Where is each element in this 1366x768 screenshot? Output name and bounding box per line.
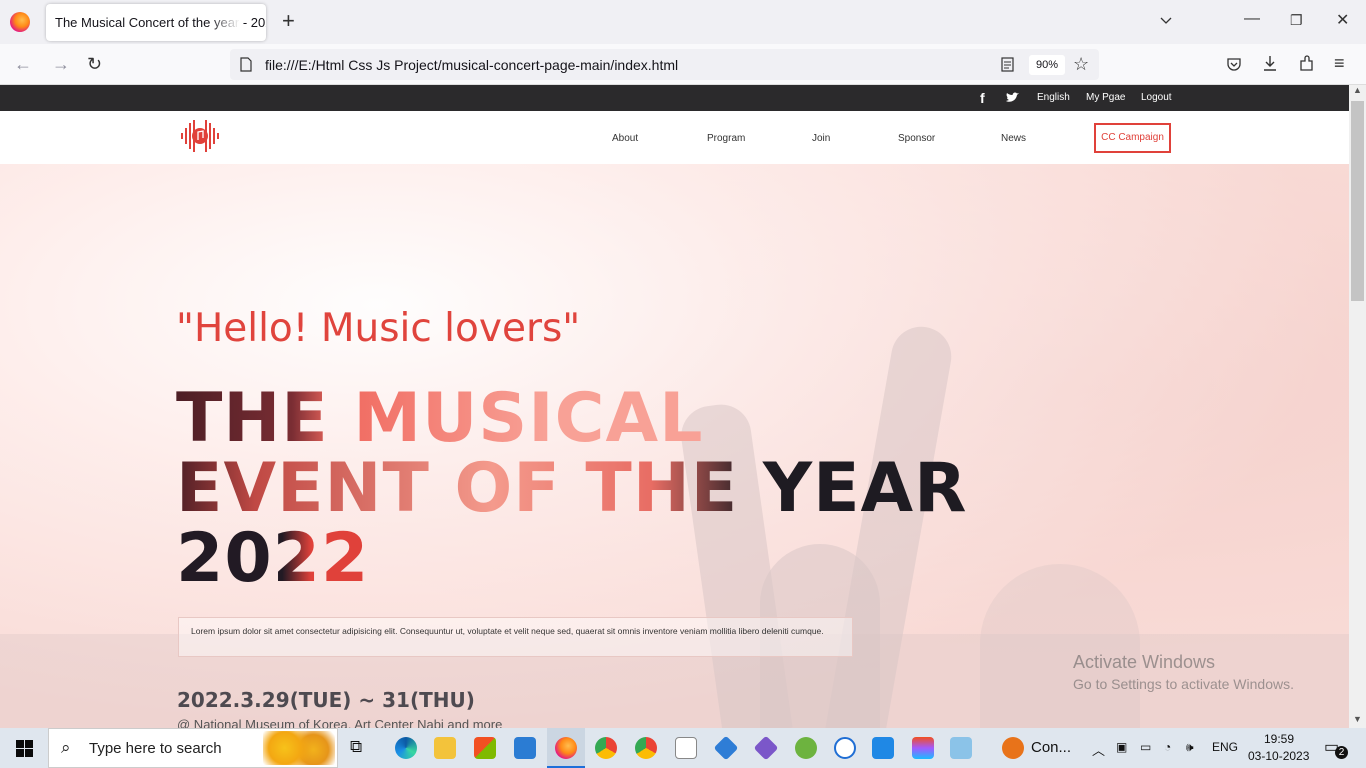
facebook-icon[interactable]: f <box>980 90 985 106</box>
hero-description: Lorem ipsum dolor sit amet consectetur a… <box>178 617 853 657</box>
notification-count: 2 <box>1335 746 1348 759</box>
firefox-icon[interactable] <box>10 12 30 32</box>
figma-icon[interactable] <box>912 737 934 759</box>
running-app-icon[interactable] <box>1002 737 1024 759</box>
event-date: 2022.3.29(TUE) ~ 31(THU) <box>177 688 475 712</box>
menu-news[interactable]: News <box>1001 133 1026 144</box>
menu-join[interactable]: Join <box>812 133 830 144</box>
logout-link[interactable]: Logout <box>1141 92 1172 103</box>
volume-icon[interactable]: 🕪 <box>1186 740 1194 755</box>
minimize-icon[interactable]: — <box>1244 10 1260 28</box>
menu-about[interactable]: About <box>612 133 638 144</box>
menu-program[interactable]: Program <box>707 133 745 144</box>
clock-date[interactable]: 03-10-2023 <box>1248 749 1309 763</box>
search-placeholder: Type here to search <box>89 740 222 757</box>
watermark-line2: Go to Settings to activate Windows. <box>1073 676 1294 692</box>
watermark-line1: Activate Windows <box>1073 652 1216 672</box>
activate-windows-watermark: Activate Windows Go to Settings to activ… <box>1073 652 1294 692</box>
firefox-taskbar-active[interactable] <box>547 728 585 768</box>
store-icon[interactable] <box>474 737 496 759</box>
event-venue: @ National Museum of Korea, Art Center N… <box>177 717 503 728</box>
cc-campaign-button[interactable]: CC Campaign <box>1094 123 1171 153</box>
app-a-icon[interactable] <box>834 737 856 759</box>
reload-icon[interactable]: ↻ <box>87 54 102 74</box>
app-cube-purple-icon[interactable] <box>753 735 779 761</box>
flower-decoration-icon <box>263 731 335 765</box>
bookmark-star-icon[interactable]: ☆ <box>1073 54 1089 75</box>
forward-icon[interactable]: → <box>52 54 70 74</box>
file-explorer-icon[interactable] <box>434 737 456 759</box>
chrome-icon[interactable] <box>595 737 617 759</box>
twitter-icon[interactable] <box>1006 92 1019 103</box>
menu-icon[interactable]: ≡ <box>1334 53 1345 74</box>
task-view-icon[interactable]: ⧉ <box>350 737 372 759</box>
zoom-level[interactable]: 90% <box>1029 55 1065 75</box>
music-logo-icon[interactable] <box>179 115 221 157</box>
spring-icon[interactable] <box>795 737 817 759</box>
page-scrollbar[interactable]: ▲ ▼ <box>1349 85 1366 728</box>
url-bar[interactable]: file:///E:/Html Css Js Project/musical-c… <box>230 49 1099 80</box>
running-app-label[interactable]: Con... <box>1031 739 1071 756</box>
reader-view-icon[interactable] <box>1001 57 1014 72</box>
restore-icon[interactable]: ❐ <box>1290 12 1303 29</box>
download-icon[interactable] <box>1262 55 1278 72</box>
extensions-icon[interactable] <box>1298 55 1315 72</box>
app-cube-blue-icon[interactable] <box>713 735 739 761</box>
scroll-up-icon[interactable]: ▲ <box>1353 85 1362 95</box>
windows-taskbar: ⌕ Type here to search ⧉ Con... ︿ ▣ ▭ ◔ 🕪… <box>0 728 1366 768</box>
wifi-icon[interactable]: ◔ <box>1164 740 1171 754</box>
vscode-icon[interactable] <box>872 737 894 759</box>
pocket-icon[interactable] <box>1226 56 1242 72</box>
document-icon[interactable] <box>675 737 697 759</box>
battery-icon[interactable]: ▭ <box>1140 740 1151 754</box>
clock-time[interactable]: 19:59 <box>1264 732 1294 746</box>
search-icon: ⌕ <box>61 738 71 757</box>
url-text: file:///E:/Html Css Js Project/musical-c… <box>265 57 679 73</box>
browser-tab[interactable]: The Musical Concert of the year - 2022 ✕ <box>46 4 266 41</box>
language-indicator[interactable]: ENG <box>1212 740 1238 754</box>
meet-icon[interactable]: ▣ <box>1116 740 1127 754</box>
scroll-down-icon[interactable]: ▼ <box>1353 714 1362 724</box>
taskbar-search[interactable]: ⌕ Type here to search <box>48 728 338 768</box>
mail-icon[interactable] <box>514 737 536 759</box>
firefox-taskbar-icon <box>555 737 577 759</box>
notes-app-icon[interactable] <box>950 737 972 759</box>
mypage-link[interactable]: My Pgae <box>1086 92 1125 103</box>
tray-expand-icon[interactable]: ︿ <box>1092 740 1105 759</box>
scrollbar-thumb[interactable] <box>1351 101 1364 301</box>
file-icon <box>240 57 252 72</box>
language-link[interactable]: English <box>1037 92 1070 103</box>
hero-section: "Hello! Music lovers" THE MUSICAL EVENT … <box>0 164 1349 728</box>
site-top-bar: f English My Pgae Logout <box>0 85 1349 111</box>
close-window-icon[interactable]: ✕ <box>1336 10 1349 30</box>
chevron-down-icon[interactable] <box>1160 14 1172 26</box>
hero-greeting: "Hello! Music lovers" <box>176 306 581 351</box>
hero-title-line1: THE MUSICAL <box>176 379 704 458</box>
menu-sponsor[interactable]: Sponsor <box>898 133 935 144</box>
browser-nav-bar: ← → ↻ file:///E:/Html Css Js Project/mus… <box>0 44 1366 85</box>
chrome-profile-icon[interactable] <box>635 737 657 759</box>
hero-title-line3: 2022 <box>176 519 370 598</box>
web-page: f English My Pgae Logout About Program J… <box>0 85 1349 728</box>
browser-tab-bar: The Musical Concert of the year - 2022 ✕… <box>0 0 1366 44</box>
new-tab-icon[interactable]: + <box>282 10 295 32</box>
hero-title-line2: EVENT OF THE YEAR <box>176 449 968 528</box>
windows-start-icon[interactable] <box>16 740 33 757</box>
edge-icon[interactable] <box>395 737 417 759</box>
site-header: About Program Join Sponsor News CC Campa… <box>0 111 1349 164</box>
back-icon[interactable]: ← <box>14 54 32 74</box>
